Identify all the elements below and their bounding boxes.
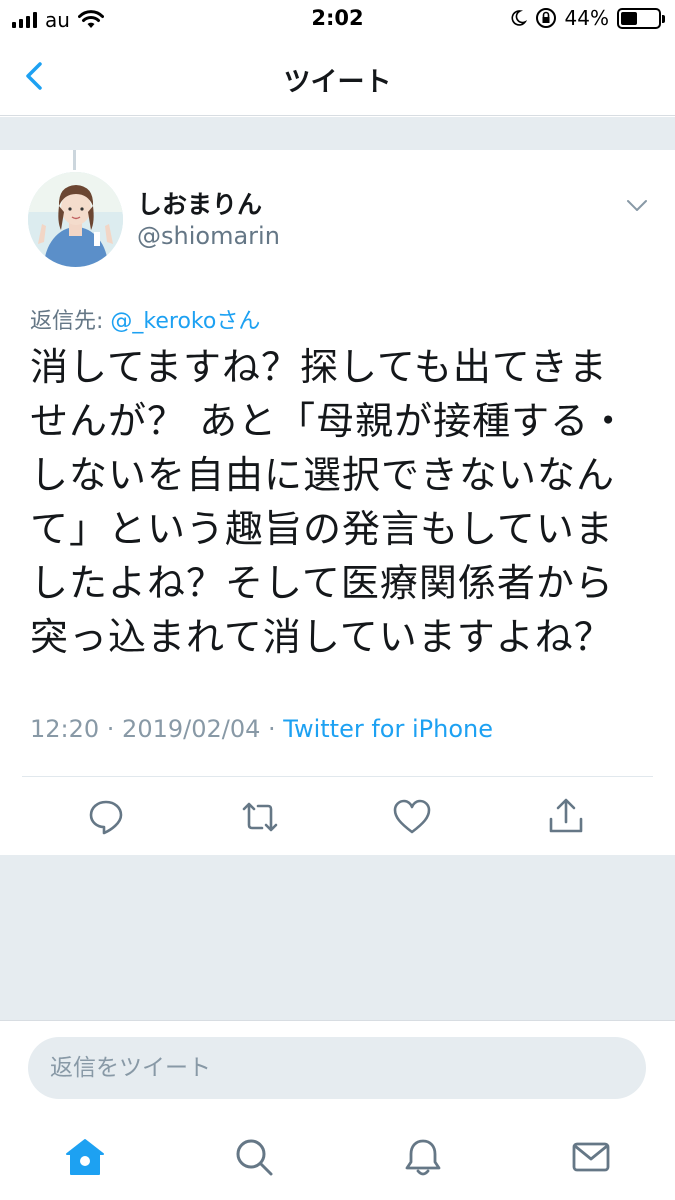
reply-mention-link[interactable]: @_kerokoさん — [110, 309, 260, 334]
page-title: ツイート — [283, 67, 392, 98]
reply-to-label: 返信先: — [30, 309, 111, 334]
battery-icon — [617, 7, 665, 29]
status-bar: au 2:02 44% — [0, 0, 675, 38]
tweet-text-line: せんが？ あと「母親が接種する・ — [30, 399, 629, 443]
thread-line — [73, 150, 76, 170]
moon-icon — [511, 10, 527, 26]
avatar[interactable] — [28, 172, 123, 267]
tweet-meta: 12:20 · 2019/02/04 · Twitter for iPhone — [30, 715, 493, 743]
search-icon[interactable] — [232, 1135, 276, 1179]
notifications-icon[interactable] — [401, 1135, 445, 1179]
tweet-source-link[interactable]: Twitter for iPhone — [283, 715, 493, 743]
top-spacer — [0, 117, 675, 150]
tweet-text: 消してますね？探しても出てきま せんが？ あと「母親が接種する・ しないを自由に… — [30, 340, 640, 664]
share-icon[interactable] — [544, 795, 588, 839]
bottom-spacer — [0, 855, 675, 1020]
reply-to: 返信先: @_kerokoさん — [30, 303, 260, 335]
like-icon[interactable] — [390, 795, 434, 839]
chevron-down-icon[interactable] — [622, 190, 652, 220]
reply-input[interactable]: 返信をツイート — [28, 1037, 646, 1099]
tweet-text-line: 突っ込まれて消していますよね？ — [30, 615, 613, 659]
battery-percent: 44% — [564, 6, 609, 30]
display-name[interactable]: しおまりん — [137, 185, 262, 221]
reply-icon[interactable] — [84, 795, 128, 839]
tweet-timestamp: 12:20 · 2019/02/04 · — [30, 715, 284, 743]
orientation-lock-icon — [535, 8, 556, 28]
reply-bar: 返信をツイート — [0, 1020, 675, 1115]
avatar-image — [28, 172, 123, 267]
nav-bar: ツイート — [0, 38, 675, 116]
home-icon[interactable] — [63, 1135, 107, 1179]
tweet-text-line: て」という趣旨の発言もしていま — [30, 507, 614, 551]
retweet-icon[interactable] — [238, 795, 282, 839]
tab-bar — [0, 1115, 675, 1200]
tweet-text-line: したよね？そして医療関係者から — [30, 561, 614, 605]
tweet-text-line: しないを自由に選択できないなん — [30, 453, 616, 497]
divider — [22, 776, 653, 777]
user-handle[interactable]: @shiomarin — [137, 222, 280, 250]
tweet-text-line: 消してますね？探しても出てきま — [30, 345, 608, 389]
messages-icon[interactable] — [569, 1135, 613, 1179]
